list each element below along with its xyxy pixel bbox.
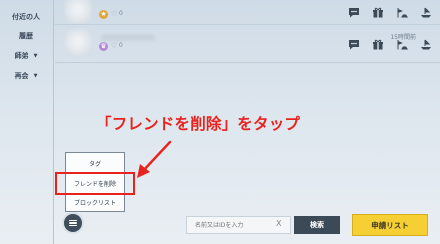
menu-button[interactable] bbox=[64, 214, 82, 232]
gift-icon[interactable] bbox=[372, 7, 384, 18]
sidebar-item-label: 再会 bbox=[14, 72, 29, 80]
row-divider bbox=[55, 62, 440, 63]
request-list-button[interactable]: 申請リスト bbox=[352, 214, 428, 236]
ship-icon[interactable] bbox=[420, 7, 432, 18]
friend-name-blurred bbox=[101, 34, 155, 41]
arrow-icon bbox=[137, 140, 172, 178]
friend-actions bbox=[348, 7, 432, 18]
clear-icon[interactable]: X bbox=[276, 219, 281, 228]
hamburger-icon bbox=[69, 219, 77, 227]
avatar[interactable] bbox=[65, 0, 91, 24]
sidebar-item-label: 履歴 bbox=[19, 32, 33, 40]
star-badge-icon: ★ bbox=[99, 10, 108, 19]
chevron-down-icon: ▼ bbox=[33, 73, 38, 79]
sidebar-item-mentor[interactable]: 師弟 ▼ bbox=[0, 49, 52, 63]
chat-icon[interactable] bbox=[348, 39, 360, 50]
friend-row[interactable]: ♛ ♡ 0 15時間前 bbox=[55, 24, 440, 66]
sidebar-item-history[interactable]: 履歴 bbox=[0, 29, 52, 43]
heart-count: 0 bbox=[119, 10, 123, 17]
team-icon[interactable] bbox=[396, 7, 408, 18]
search-button[interactable]: 検索 bbox=[294, 216, 340, 234]
instruction-callout: 「フレンドを削除」をタップ bbox=[96, 115, 301, 133]
menu-item-block-list[interactable]: ブロックリスト bbox=[66, 193, 124, 212]
heart-icon: ♡ bbox=[111, 10, 118, 18]
heart-icon: ♡ bbox=[111, 42, 118, 50]
highlight-box bbox=[55, 172, 135, 195]
sidebar-divider bbox=[53, 0, 54, 244]
sidebar-item-label: 付近の人 bbox=[12, 13, 40, 21]
sidebar: 付近の人 履歴 師弟 ▼ 再会 ▼ bbox=[0, 0, 52, 244]
team-icon[interactable] bbox=[396, 39, 408, 50]
heart-count: 0 bbox=[119, 42, 123, 49]
sidebar-item-nearby[interactable]: 付近の人 bbox=[0, 10, 52, 24]
gift-icon[interactable] bbox=[372, 39, 384, 50]
friend-actions bbox=[348, 39, 432, 50]
sidebar-item-reunion[interactable]: 再会 ▼ bbox=[0, 69, 52, 83]
sidebar-item-label: 師弟 bbox=[14, 52, 29, 60]
menu-item-tag[interactable]: タグ bbox=[66, 154, 124, 173]
chevron-down-icon: ▼ bbox=[33, 53, 38, 59]
crown-badge-icon: ♛ bbox=[99, 42, 108, 51]
avatar[interactable] bbox=[65, 30, 91, 56]
chat-icon[interactable] bbox=[348, 7, 360, 18]
ship-icon[interactable] bbox=[420, 39, 432, 50]
